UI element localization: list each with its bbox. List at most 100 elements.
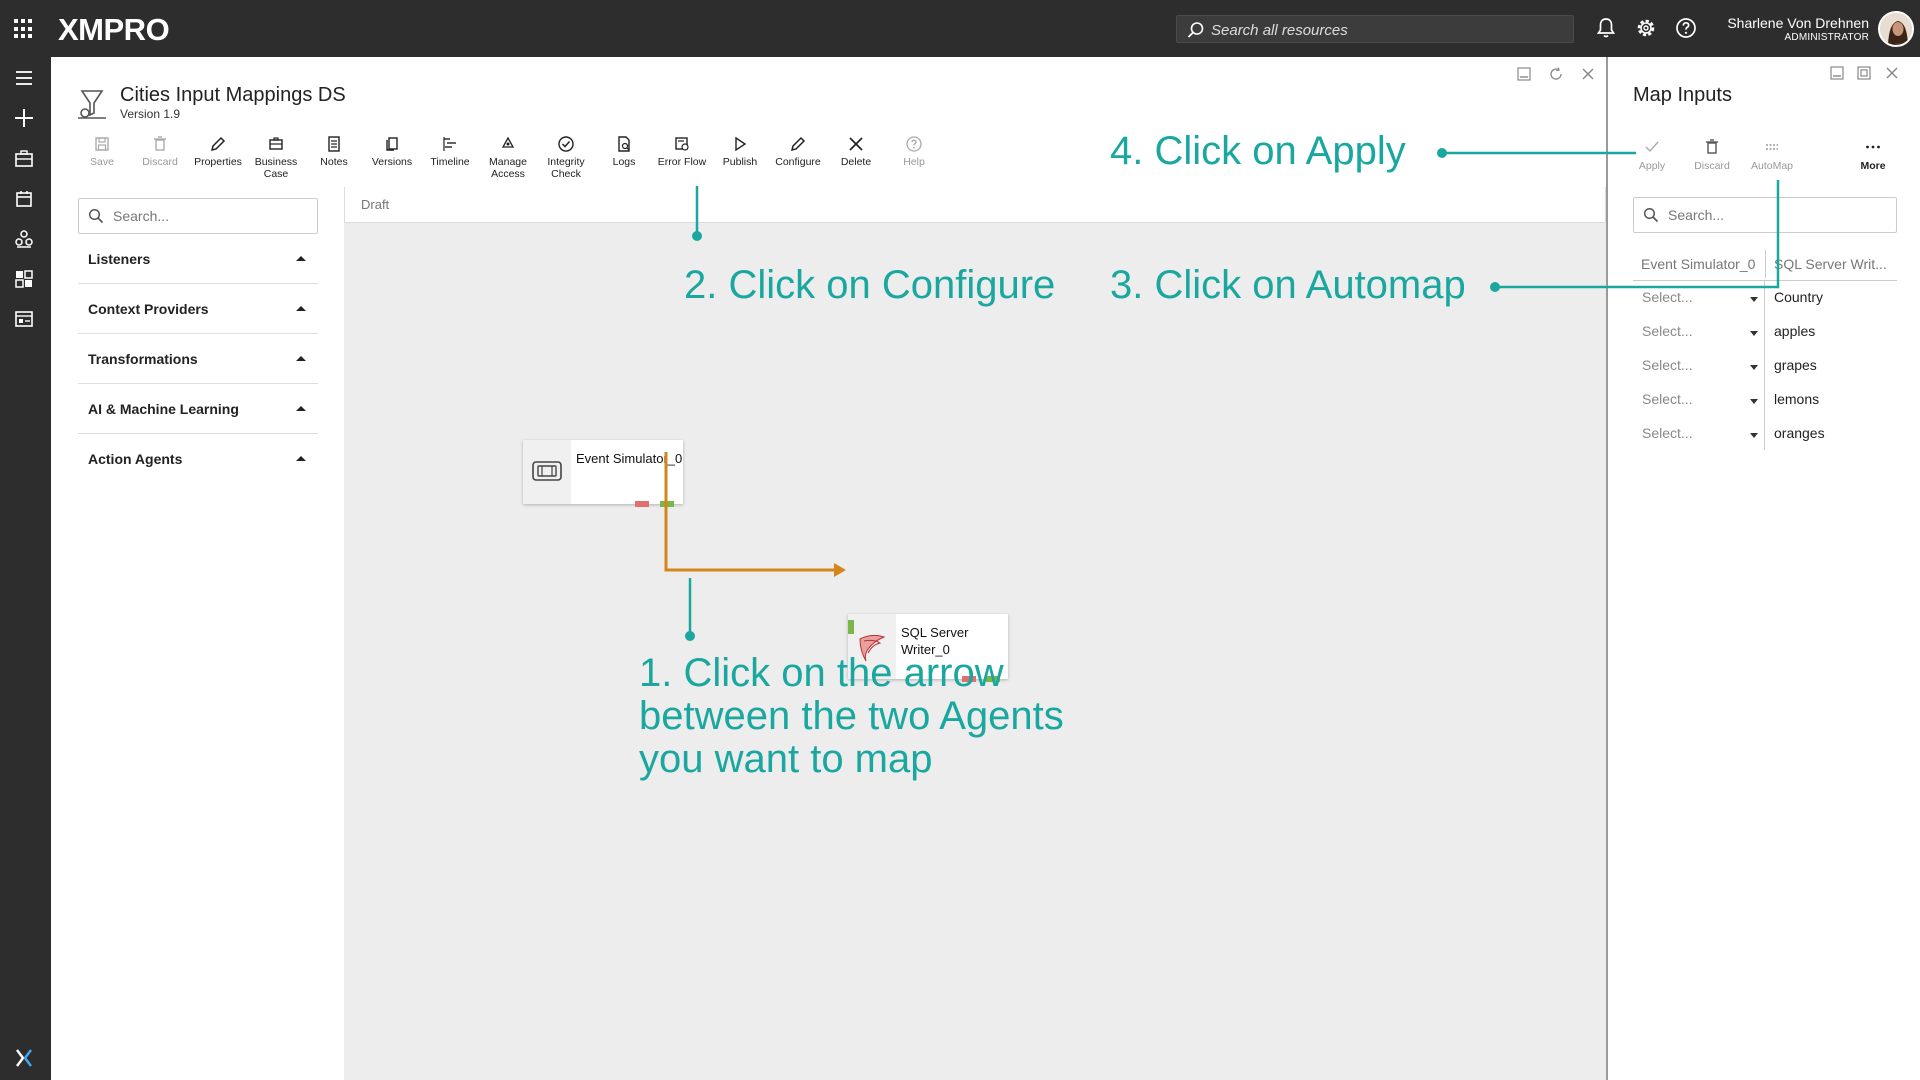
help-button[interactable]: Help: [885, 135, 943, 168]
minimize-icon[interactable]: [1516, 66, 1532, 82]
mapper-discard-button[interactable]: Discard: [1683, 138, 1741, 172]
agent-label: Event Simulator_0: [576, 451, 683, 466]
global-search[interactable]: [1176, 15, 1574, 43]
briefcase-icon: [269, 137, 283, 150]
error-port[interactable]: [635, 501, 649, 507]
toolbox-search[interactable]: [78, 198, 318, 234]
gear-icon[interactable]: [1634, 16, 1658, 40]
save-icon: [95, 137, 109, 151]
manage-access-label-2: Access: [491, 168, 525, 180]
bell-icon[interactable]: [1594, 16, 1618, 40]
source-select[interactable]: Select...: [1642, 289, 1693, 305]
business-case-button[interactable]: Business Case: [247, 135, 305, 180]
properties-button[interactable]: Properties: [189, 135, 247, 168]
chevron-down-icon[interactable]: [1750, 331, 1758, 336]
chevron-down-icon[interactable]: [1750, 297, 1758, 302]
global-search-input[interactable]: [1211, 20, 1561, 40]
plus-icon[interactable]: [13, 107, 35, 129]
integrity-check-label-2: Check: [551, 168, 581, 180]
logs-icon: [618, 136, 630, 152]
mapper-search[interactable]: [1633, 197, 1897, 233]
properties-label: Properties: [194, 156, 242, 168]
datastream-designer: Cities Input Mappings DS Version 1.9 Sav…: [51, 57, 1606, 1080]
chevron-down-icon[interactable]: [1750, 365, 1758, 370]
discard-button[interactable]: Discard: [131, 135, 189, 168]
mapping-row: Select... grapes: [1633, 349, 1897, 383]
minimize-icon[interactable]: [1829, 65, 1845, 81]
search-icon: [88, 208, 104, 224]
source-select[interactable]: Select...: [1642, 323, 1693, 339]
chevron-down-icon[interactable]: [1750, 399, 1758, 404]
publish-button[interactable]: Publish: [711, 135, 769, 168]
category-action-agents[interactable]: Action Agents: [78, 434, 318, 484]
check-icon: [1645, 141, 1659, 153]
input-port[interactable]: [848, 620, 854, 634]
save-button[interactable]: Save: [73, 135, 131, 168]
category-label: Transformations: [88, 351, 198, 367]
maximize-icon[interactable]: [1856, 65, 1872, 81]
close-icon[interactable]: [1580, 66, 1596, 82]
calendar-icon[interactable]: [13, 188, 35, 210]
dashboard-icon[interactable]: [13, 268, 35, 290]
close-icon[interactable]: [1884, 65, 1900, 81]
notes-button[interactable]: Notes: [305, 135, 363, 168]
apply-label: Apply: [1638, 160, 1666, 172]
category-transformations[interactable]: Transformations: [78, 334, 318, 384]
app-logo[interactable]: XMPRO: [58, 12, 170, 48]
trash-icon: [154, 136, 166, 151]
user-name[interactable]: Sharlene Von Drehnen: [1727, 15, 1869, 31]
design-canvas[interactable]: Draft Event Simulator_0 SQL Server Write…: [344, 187, 1606, 1080]
chevron-down-icon[interactable]: [1750, 433, 1758, 438]
agent-icon-area: [523, 440, 571, 504]
apps-grid-icon[interactable]: [14, 19, 34, 39]
target-field: oranges: [1774, 425, 1825, 441]
source-select[interactable]: Select...: [1642, 425, 1693, 441]
timeline-button[interactable]: Timeline: [421, 135, 479, 168]
mapper-search-input[interactable]: [1668, 206, 1878, 224]
trash-icon: [1706, 139, 1718, 154]
recycle-icon: [501, 136, 515, 148]
configure-label: Configure: [775, 156, 821, 168]
caret-up-icon: [296, 456, 306, 461]
hamburger-menu-icon[interactable]: [13, 67, 35, 89]
status-text: Draft: [361, 197, 390, 212]
source-select[interactable]: Select...: [1642, 391, 1693, 407]
category-listeners[interactable]: Listeners: [78, 234, 318, 284]
recommendations-icon[interactable]: [13, 308, 35, 330]
more-button[interactable]: More: [1844, 138, 1902, 172]
notes-label: Notes: [320, 156, 348, 168]
versions-button[interactable]: Versions: [363, 135, 421, 168]
notes-icon: [328, 136, 340, 152]
output-port[interactable]: [660, 501, 674, 507]
category-ai-machine-learning[interactable]: AI & Machine Learning: [78, 384, 318, 434]
agent-event-simulator[interactable]: Event Simulator_0: [523, 440, 683, 507]
integrity-check-button[interactable]: Integrity Check: [537, 135, 595, 180]
refresh-icon[interactable]: [1548, 66, 1564, 82]
datastream-icon: [78, 90, 106, 119]
avatar[interactable]: [1878, 11, 1914, 47]
delete-button[interactable]: Delete: [827, 135, 885, 168]
automap-button[interactable]: AutoMap: [1743, 138, 1801, 172]
top-bar: XMPRO Sharlene Von Drehnen ADMINISTRATOR: [0, 0, 1920, 57]
category-label: AI & Machine Learning: [88, 401, 239, 417]
help-icon[interactable]: [1674, 16, 1698, 40]
map-inputs-panel: Map Inputs Apply Discard AutoMap More Ev…: [1606, 57, 1920, 1080]
xmpro-x-icon[interactable]: [13, 1047, 35, 1069]
configure-button[interactable]: Configure: [769, 135, 827, 168]
error-flow-button[interactable]: Error Flow: [653, 135, 711, 168]
source-column-header: Event Simulator_0: [1641, 256, 1756, 272]
manage-access-button[interactable]: Manage Access: [479, 135, 537, 180]
mapping-column-divider: [1764, 281, 1765, 450]
error-flow-icon: [675, 137, 689, 151]
briefcase-icon[interactable]: [13, 148, 35, 170]
agents-icon[interactable]: [13, 228, 35, 250]
target-field: Country: [1774, 289, 1824, 305]
toolbox-search-input[interactable]: [113, 207, 308, 225]
source-select[interactable]: Select...: [1642, 357, 1693, 373]
apply-button[interactable]: Apply: [1623, 138, 1681, 172]
logs-button[interactable]: Logs: [595, 135, 653, 168]
page-title: Cities Input Mappings DS: [120, 84, 346, 106]
more-dots-icon: [1866, 145, 1880, 149]
pencil-icon: [790, 136, 806, 152]
category-context-providers[interactable]: Context Providers: [78, 284, 318, 334]
